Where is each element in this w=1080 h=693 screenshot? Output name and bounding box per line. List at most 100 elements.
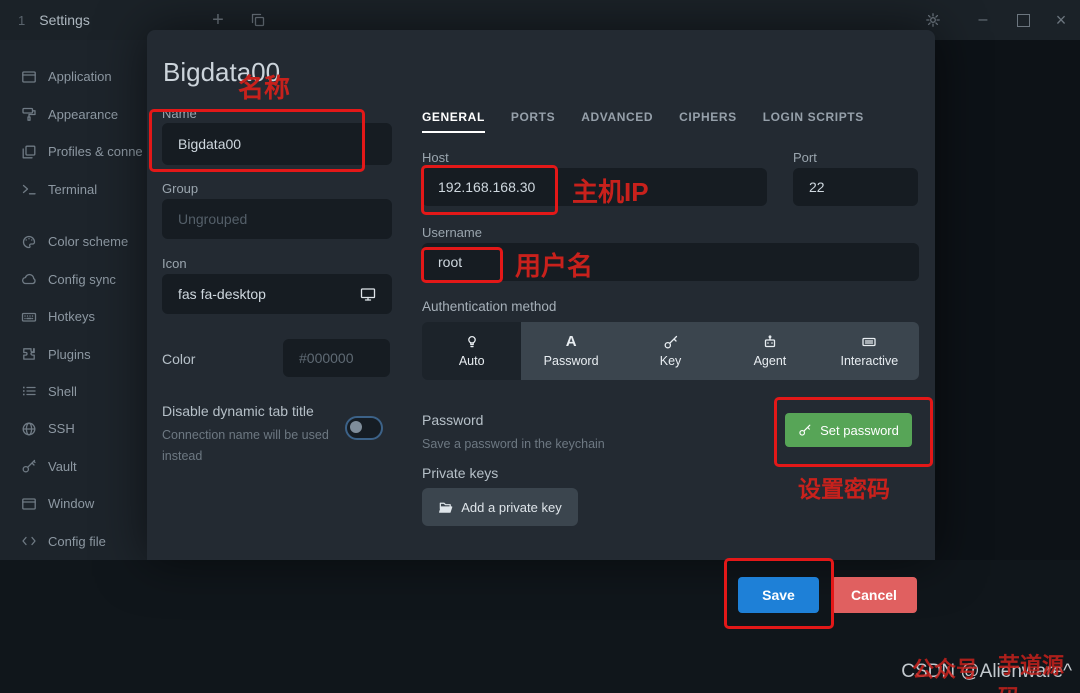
keyboard-icon — [21, 309, 37, 325]
tab-general[interactable]: GENERAL — [422, 110, 485, 133]
app-window: 1 Settings + – × Application Appearance … — [0, 0, 1080, 693]
sidebar-item-label: Config file — [48, 533, 106, 549]
auth-option-agent[interactable]: Agent — [720, 322, 820, 380]
sidebar-item-profiles[interactable]: Profiles & conne — [0, 133, 147, 170]
plus-icon: + — [212, 8, 224, 31]
auth-option-label: Agent — [753, 354, 787, 368]
tab-ports[interactable]: PORTS — [511, 110, 555, 133]
sidebar-item-color-scheme[interactable]: Color scheme — [0, 223, 147, 260]
sidebar-item-label: Window — [48, 496, 95, 512]
sidebar-item-label: Profiles & conne — [48, 144, 143, 160]
sidebar-item-window[interactable]: Window — [0, 485, 147, 522]
tab-settings[interactable]: 1 Settings — [0, 0, 108, 40]
private-keys-label: Private keys — [422, 465, 499, 481]
auth-option-label: Interactive — [840, 354, 899, 368]
save-label: Save — [762, 587, 795, 603]
name-label: Name — [162, 106, 197, 121]
close-button[interactable]: × — [1041, 0, 1080, 40]
key-icon — [663, 334, 679, 350]
cancel-label: Cancel — [851, 587, 897, 603]
auth-option-auto[interactable]: Auto — [422, 322, 522, 380]
auth-option-label: Password — [543, 354, 599, 368]
settings-sidebar: Application Appearance Profiles & conne … — [0, 40, 147, 560]
minimize-icon: – — [978, 11, 988, 28]
sidebar-item-config-file[interactable]: Config file — [0, 523, 147, 560]
sidebar-item-hotkeys[interactable]: Hotkeys — [0, 298, 147, 335]
set-password-button[interactable]: Set password — [785, 413, 912, 447]
cancel-button[interactable]: Cancel — [831, 577, 917, 613]
minimize-button[interactable]: – — [963, 0, 1003, 40]
paint-roller-icon — [21, 106, 37, 122]
dialog-title: Bigdata00 — [163, 57, 281, 88]
password-label: Password — [422, 412, 484, 428]
sidebar-item-label: Terminal — [48, 181, 98, 197]
auth-option-password[interactable]: A Password — [521, 322, 621, 380]
add-private-key-button[interactable]: Add a private key — [422, 488, 578, 526]
group-input[interactable] — [162, 199, 392, 239]
sidebar-item-label: Hotkeys — [48, 309, 95, 325]
color-input[interactable] — [283, 339, 390, 377]
copy-icon — [250, 12, 266, 28]
sidebar-item-label: Plugins — [48, 346, 91, 362]
sidebar-section-divider — [0, 208, 147, 223]
group-label: Group — [162, 181, 199, 196]
auth-option-label: Key — [659, 354, 682, 368]
sidebar-item-label: Application — [48, 69, 112, 85]
auth-method-label: Authentication method — [422, 299, 557, 314]
sidebar-item-label: Vault — [48, 458, 77, 474]
host-label: Host — [422, 150, 449, 165]
cloud-icon — [21, 271, 37, 287]
save-button[interactable]: Save — [738, 577, 819, 613]
disable-tab-title-toggle[interactable] — [345, 416, 383, 440]
toggle-knob — [350, 421, 362, 433]
username-input[interactable] — [422, 243, 919, 281]
tab-index: 1 — [18, 12, 26, 28]
icon-label: Icon — [162, 256, 187, 271]
tab-login-scripts[interactable]: LOGIN SCRIPTS — [763, 110, 864, 133]
host-input[interactable] — [422, 168, 767, 206]
icon-input[interactable] — [162, 274, 392, 314]
list-icon — [21, 383, 37, 399]
font-icon: A — [565, 333, 577, 350]
sidebar-item-label: Config sync — [48, 271, 116, 287]
sidebar-item-vault[interactable]: Vault — [0, 448, 147, 485]
palette-icon — [21, 234, 37, 250]
desktop-icon — [360, 286, 376, 307]
robot-icon — [762, 334, 778, 350]
username-label: Username — [422, 225, 482, 240]
sidebar-item-plugins[interactable]: Plugins — [0, 335, 147, 372]
dialog-tab-bar: GENERAL PORTS ADVANCED CIPHERS LOGIN SCR… — [422, 110, 864, 133]
maximize-button[interactable] — [1003, 0, 1043, 40]
sidebar-item-shell[interactable]: Shell — [0, 373, 147, 410]
disable-tab-title-desc: Connection name will be used instead — [162, 428, 329, 464]
profile-edit-dialog: Bigdata00 Name Group Icon Color Disable … — [147, 30, 935, 560]
sidebar-item-terminal[interactable]: Terminal — [0, 170, 147, 207]
terminal-icon — [21, 181, 37, 197]
sidebar-item-label: Shell — [48, 383, 77, 399]
close-icon: × — [1055, 9, 1067, 30]
tab-title: Settings — [39, 12, 90, 28]
maximize-icon — [1016, 13, 1030, 27]
globe-icon — [21, 421, 37, 437]
sidebar-item-appearance[interactable]: Appearance — [0, 95, 147, 132]
auth-option-key[interactable]: Key — [620, 322, 721, 380]
key-icon — [21, 458, 37, 474]
folder-open-icon — [438, 500, 453, 515]
sidebar-item-label: Appearance — [48, 106, 119, 122]
password-desc: Save a password in the keychain — [422, 437, 605, 451]
auth-option-interactive[interactable]: Interactive — [819, 322, 919, 380]
port-input[interactable] — [793, 168, 918, 206]
tab-advanced[interactable]: ADVANCED — [581, 110, 653, 133]
name-input[interactable] — [162, 123, 392, 165]
sidebar-item-config-sync[interactable]: Config sync — [0, 260, 147, 297]
gear-icon — [925, 12, 941, 28]
sidebar-item-application[interactable]: Application — [0, 58, 147, 95]
sidebar-item-ssh[interactable]: SSH — [0, 410, 147, 447]
tab-ciphers[interactable]: CIPHERS — [679, 110, 737, 133]
sidebar-item-label: Color scheme — [48, 234, 129, 250]
sidebar-item-label: SSH — [48, 421, 75, 437]
profiles-icon — [21, 144, 37, 160]
code-icon — [21, 533, 37, 549]
color-label: Color — [162, 351, 196, 367]
keyboard-icon — [861, 334, 877, 350]
